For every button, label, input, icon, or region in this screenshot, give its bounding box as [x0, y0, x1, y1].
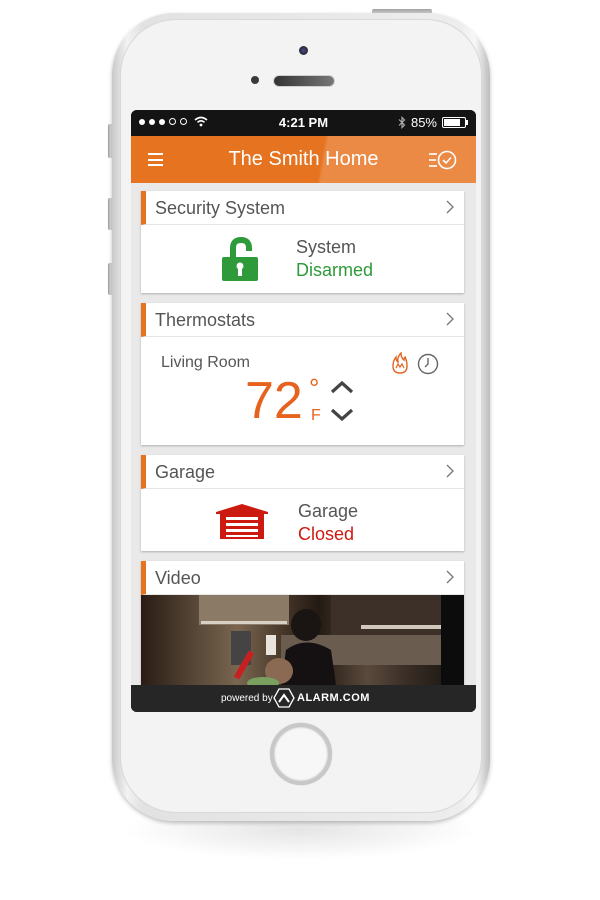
thermostat-room-name: Living Room — [161, 354, 250, 371]
security-state: Disarmed — [296, 260, 374, 280]
page-title: The Smith Home — [228, 148, 379, 170]
video-scene — [199, 595, 464, 685]
phone-screen: 4:21 PM 85% The Smith Home Security Syst… — [131, 110, 476, 712]
garage-label: Garage — [298, 501, 359, 521]
garage-card-header[interactable]: Garage — [141, 455, 464, 489]
app-header: The Smith Home — [131, 136, 476, 183]
battery-icon — [442, 117, 468, 128]
video-feed-thumbnail[interactable] — [141, 595, 464, 685]
dashboard: Security System System Disarmed Thermost… — [131, 183, 476, 685]
thermostats-card-header[interactable]: Thermostats — [141, 303, 464, 337]
video-card: Video — [141, 561, 464, 685]
garage-door-icon — [216, 504, 268, 539]
list-clock-icon[interactable] — [428, 149, 458, 171]
temperature-down-button[interactable] — [329, 407, 355, 423]
alarm-com-brand: ALARM.COM — [297, 692, 370, 704]
garage-card-title: Garage — [155, 462, 216, 482]
temperature-up-button[interactable] — [329, 379, 355, 395]
flame-icon[interactable] — [391, 352, 409, 374]
battery-percent: 85% — [410, 115, 437, 130]
degree-symbol: ° — [309, 373, 320, 403]
clock-icon[interactable] — [417, 353, 439, 375]
security-card-header[interactable]: Security System — [141, 191, 464, 225]
front-camera — [299, 46, 308, 55]
video-card-title: Video — [155, 568, 201, 588]
temperature-value: 72 — [245, 372, 303, 430]
security-card-title: Security System — [155, 198, 286, 218]
video-card-header[interactable]: Video — [141, 561, 464, 595]
security-label: System — [296, 237, 357, 257]
home-button[interactable] — [270, 723, 332, 785]
chevron-right-icon — [446, 312, 454, 326]
powered-by-text: powered by — [221, 693, 273, 704]
thermostats-card: Thermostats Living Room 72 ° F — [141, 303, 464, 445]
chevron-right-icon — [446, 464, 454, 478]
temperature-unit: F — [311, 407, 321, 424]
alarm-com-logo-icon — [273, 688, 295, 708]
proximity-sensor — [251, 76, 259, 84]
thermostats-card-title: Thermostats — [155, 310, 256, 330]
security-status[interactable]: System Disarmed — [141, 225, 464, 293]
chevron-right-icon — [446, 200, 454, 214]
garage-card: Garage Garage Closed — [141, 455, 464, 551]
earpiece-speaker — [273, 75, 335, 87]
unlocked-padlock-icon — [222, 237, 258, 281]
garage-status[interactable]: Garage Closed — [141, 489, 464, 551]
security-card: Security System System Disarmed — [141, 191, 464, 293]
garage-state: Closed — [298, 524, 355, 544]
powered-by-footer: powered by ALARM.COM — [131, 685, 476, 712]
chevron-right-icon — [446, 570, 454, 584]
status-bar: 4:21 PM 85% — [131, 110, 476, 136]
bluetooth-icon — [398, 116, 406, 129]
thermostat-living-room: Living Room 72 ° F — [141, 337, 464, 445]
